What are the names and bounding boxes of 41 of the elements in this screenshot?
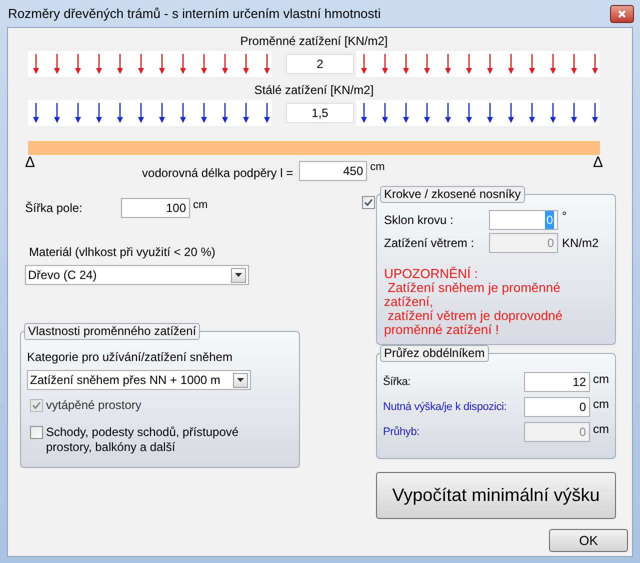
material-select[interactable]: Dřevo (C 24) <box>25 265 249 285</box>
field-label: Sklon krovu : <box>384 212 454 229</box>
unit-label: cm <box>593 421 609 438</box>
window-title: Rozměry dřevěných trámů - s interním určením vlastní hmotnosti <box>8 4 382 23</box>
value-input[interactable]: 0 <box>524 397 590 417</box>
group-title: Vlastnosti proměnného zatížení <box>24 323 200 340</box>
warning-text: UPOZORNĚNÍ : Zatížení sněhem je proměnné zatížení, zatížení větrem je doprovodné proměnné zatížení ! <box>384 267 564 337</box>
unit-label: cm <box>593 396 609 413</box>
group-title: Průřez obdélníkem <box>380 345 489 362</box>
unit-label: cm <box>193 198 208 213</box>
length-label: vodorovná délka podpěry l = <box>142 165 294 182</box>
length-input[interactable]: 450 <box>299 161 368 181</box>
category-select[interactable]: Zatížení sněhem přes NN + 1000 m <box>27 370 251 390</box>
field-label: Zatížení větrem : <box>384 235 476 252</box>
calculate-button[interactable]: Vypočítat minimální výšku <box>376 472 616 519</box>
load-input[interactable]: 1,5 <box>286 103 354 123</box>
field-label: Průhyb: <box>383 424 421 440</box>
option-label: Schody, podesty schodů, přístupové prostory, balkóny a další <box>46 425 240 455</box>
checkbox[interactable] <box>362 196 375 209</box>
unit-label: KN/m2 <box>562 235 599 252</box>
load-input[interactable]: 2 <box>286 54 354 74</box>
close-icon <box>618 10 626 18</box>
group-title: Krokve / zkosené nosníky <box>380 186 525 203</box>
category-label: Kategorie pro užívání/zatížení sněhem <box>27 349 232 366</box>
unit-label: cm <box>370 160 385 175</box>
value-input[interactable]: 12 <box>524 372 590 392</box>
support-icon: Δ <box>25 155 36 171</box>
load-label: Stálé zatížení [KN/m2] <box>254 83 374 97</box>
load-label: Proměnné zatížení [KN/m2] <box>240 34 388 48</box>
support-icon: Δ <box>592 155 603 171</box>
field-label: Nutná výška/je k dispozici: <box>383 400 508 415</box>
unit-label: ° <box>562 208 567 225</box>
unit-label: cm <box>593 371 609 388</box>
field-width-label: Šířka pole: <box>24 200 84 217</box>
option-label: vytápěné prostory <box>46 398 142 413</box>
close-button[interactable] <box>610 4 634 22</box>
ok-button[interactable]: OK <box>549 529 628 552</box>
field-width-input[interactable]: 100 <box>121 198 190 218</box>
checkbox[interactable] <box>30 426 43 439</box>
material-label: Materiál (vlhkost při využití < 20 %) <box>29 244 216 261</box>
field-label: Šířka: <box>383 374 412 390</box>
